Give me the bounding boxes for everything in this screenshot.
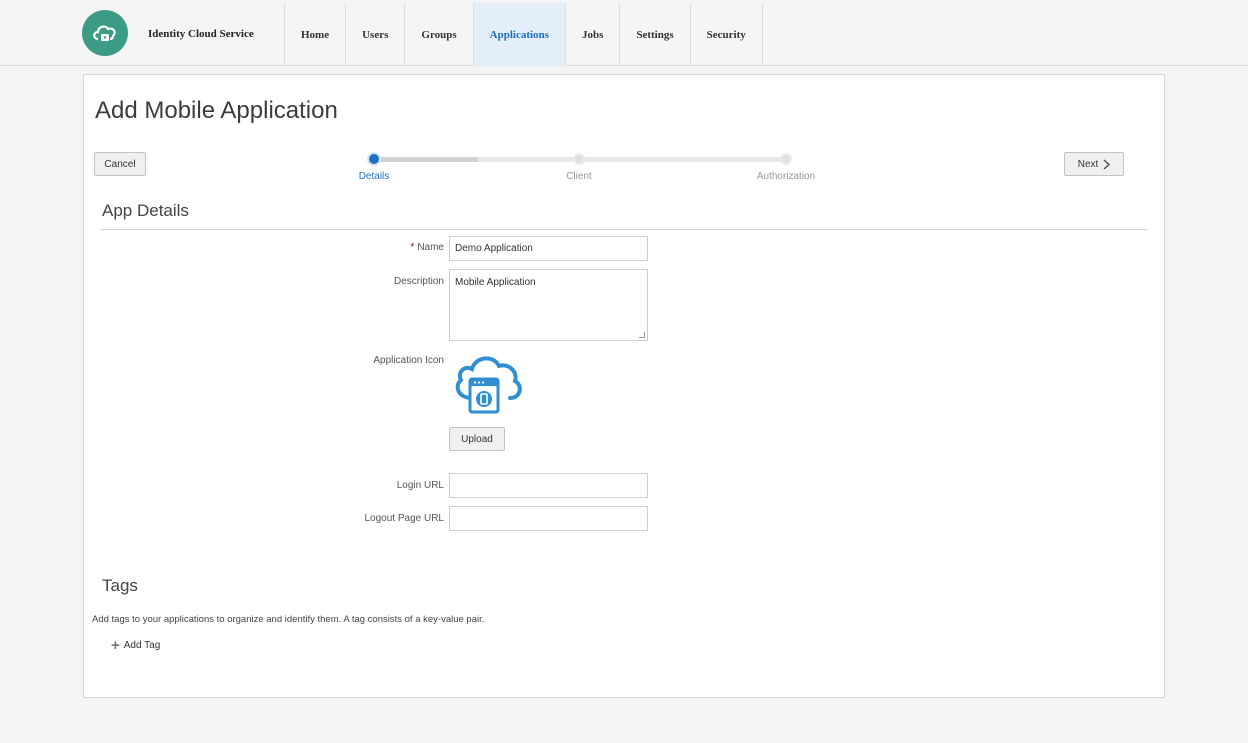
add-application-panel: Add Mobile Application Cancel Details Cl…	[83, 74, 1165, 698]
cloud-lock-icon[interactable]	[82, 10, 128, 56]
step-label-details[interactable]: Details	[324, 171, 424, 182]
nav-security[interactable]: Security	[689, 3, 763, 66]
step-dot-client[interactable]	[573, 153, 585, 165]
cancel-button[interactable]: Cancel	[94, 152, 146, 176]
add-tag-label: Add Tag	[123, 640, 161, 651]
nav-applications[interactable]: Applications	[472, 3, 565, 66]
name-label: * Name	[324, 242, 444, 253]
step-label-client[interactable]: Client	[529, 171, 629, 182]
name-label-text: Name	[417, 242, 444, 253]
upload-button[interactable]: Upload	[449, 427, 505, 451]
plus-icon: +	[111, 636, 120, 654]
add-tag-button[interactable]: + Add Tag	[111, 636, 161, 654]
step-dot-authorization[interactable]	[780, 153, 792, 165]
description-value: Mobile Application	[455, 277, 536, 288]
section-title-tags: Tags	[102, 576, 138, 595]
step-dot-details[interactable]	[367, 152, 381, 166]
next-button-label: Next	[1077, 158, 1099, 170]
top-navigation-bar: Identity Cloud Service Home Users Groups…	[0, 0, 1248, 66]
name-field[interactable]: Demo Application	[449, 236, 648, 261]
nav-settings[interactable]: Settings	[619, 3, 689, 66]
nav-users[interactable]: Users	[345, 3, 404, 66]
description-textarea[interactable]: Mobile Application	[449, 269, 648, 341]
login-url-field[interactable]	[449, 473, 648, 498]
description-label: Description	[393, 276, 444, 287]
section-divider	[101, 229, 1147, 230]
resize-handle[interactable]	[639, 332, 645, 338]
tags-description: Add tags to your applications to organiz…	[92, 614, 485, 625]
brand-name[interactable]: Identity Cloud Service	[148, 28, 254, 40]
nav-jobs[interactable]: Jobs	[564, 3, 619, 66]
nav-home[interactable]: Home	[284, 3, 345, 66]
step-label-authorization[interactable]: Authorization	[736, 171, 836, 182]
page-title: Add Mobile Application	[95, 97, 338, 124]
main-nav: Home Users Groups Applications Jobs Sett…	[284, 3, 763, 66]
logout-url-label: Logout Page URL	[364, 513, 444, 524]
section-title-app-details: App Details	[102, 201, 189, 220]
nav-groups[interactable]: Groups	[404, 3, 472, 66]
stepper-progress-done	[374, 157, 478, 162]
login-url-label: Login URL	[396, 480, 444, 491]
application-icon-label: Application Icon	[373, 355, 444, 366]
next-button[interactable]: Next	[1064, 152, 1124, 176]
cloud-mobile-app-icon	[448, 350, 526, 416]
stepper-track	[478, 157, 786, 162]
required-asterisk: *	[410, 242, 415, 253]
chevron-right-icon	[1103, 158, 1111, 170]
logout-url-field[interactable]	[449, 506, 648, 531]
